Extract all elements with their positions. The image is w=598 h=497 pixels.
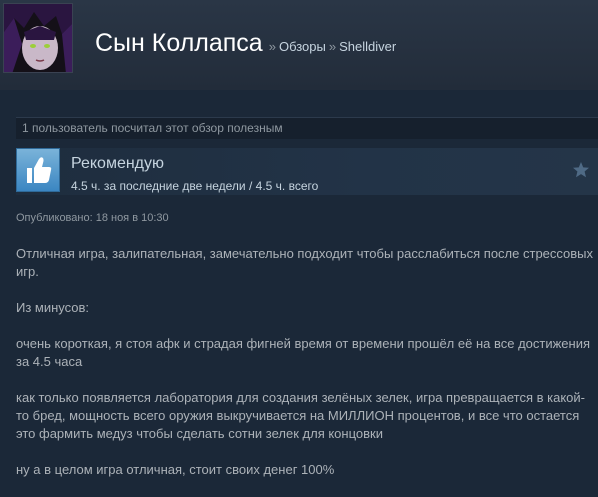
page-title-row: Сын Коллапса » Обзоры » Shelldiver — [95, 29, 396, 58]
thumbs-up-glyph — [27, 157, 52, 183]
breadcrumb-separator: » — [328, 39, 337, 54]
review-paragraph: Отличная игра, залипательная, замечатель… — [16, 246, 594, 279]
posted-date: Опубликовано: 18 ноя в 10:30 — [16, 212, 169, 224]
recommendation-box: Рекомендую 4.5 ч. за последние две недел… — [16, 148, 598, 195]
hours-played: 4.5 ч. за последние две недели / 4.5 ч. … — [71, 179, 319, 193]
breadcrumb-game-link[interactable]: Shelldiver — [339, 39, 396, 54]
review-paragraph: как только появляется лаборатория для со… — [16, 390, 585, 441]
helpful-count-text: 1 пользователь посчитал этот обзор полез… — [22, 121, 283, 135]
thumbs-up-icon — [16, 148, 60, 192]
breadcrumb-separator: » — [268, 39, 276, 54]
avatar[interactable] — [3, 3, 73, 73]
review-paragraph: очень короткая, я стоя афк и страдая фиг… — [16, 336, 591, 369]
avatar-image — [4, 4, 72, 72]
review-paragraph: Из минусов: — [16, 300, 90, 315]
breadcrumb-reviews-link[interactable]: Обзоры — [279, 39, 326, 54]
recommendation-title: Рекомендую — [71, 155, 165, 172]
persona-name[interactable]: Сын Коллапса — [95, 29, 263, 58]
star-icon[interactable] — [572, 161, 590, 179]
helpful-bar: 1 пользователь посчитал этот обзор полез… — [16, 117, 598, 139]
review-text: Отличная игра, залипательная, замечатель… — [16, 245, 594, 497]
profile-header: Сын Коллапса » Обзоры » Shelldiver — [0, 0, 598, 90]
review-paragraph: ну а в целом игра отличная, стоит своих … — [16, 462, 335, 477]
